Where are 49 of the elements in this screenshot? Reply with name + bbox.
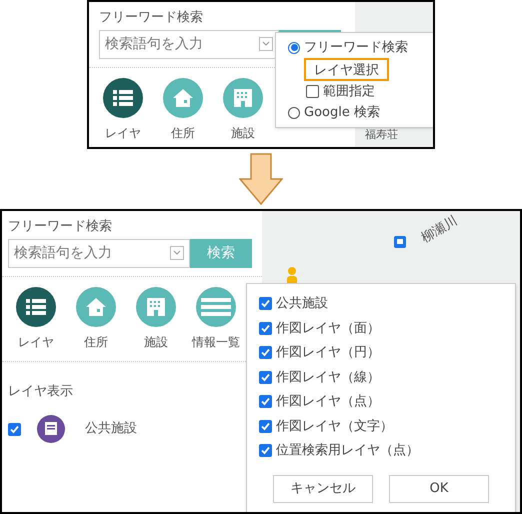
list-icon bbox=[26, 298, 46, 316]
down-arrow-icon bbox=[239, 153, 283, 205]
dropdown-icon[interactable] bbox=[170, 246, 184, 260]
menu-option-label: フリーワード検索 bbox=[304, 39, 408, 56]
table-icon bbox=[201, 298, 231, 316]
house-icon bbox=[86, 298, 106, 316]
search-field[interactable]: 検索語句を入力 bbox=[99, 30, 279, 58]
checkbox[interactable] bbox=[259, 444, 272, 458]
bus-stop-icon bbox=[394, 236, 406, 248]
tool-label: 住所 bbox=[171, 124, 195, 142]
tool-label: 情報一覧 bbox=[192, 334, 240, 350]
layer-option-label: 作図レイヤ（円） bbox=[276, 344, 380, 362]
checkbox[interactable] bbox=[259, 322, 272, 335]
menu-option-label: Google 検索 bbox=[304, 104, 380, 121]
dropdown-icon[interactable] bbox=[259, 37, 273, 51]
dialog-button[interactable]: OK bbox=[389, 474, 489, 502]
checkbox[interactable] bbox=[259, 420, 272, 433]
layer-option-label: 作図レイヤ（面） bbox=[276, 320, 380, 338]
map-label: 柳瀬川 bbox=[419, 214, 460, 245]
tool-label: レイヤ bbox=[105, 124, 141, 142]
checkbox[interactable] bbox=[259, 395, 272, 408]
tool-label: 施設 bbox=[231, 124, 255, 142]
tool-button[interactable] bbox=[16, 286, 56, 326]
tool-label: 施設 bbox=[144, 334, 168, 350]
checkbox[interactable] bbox=[306, 85, 319, 98]
layer-option-label: 作図レイヤ（点） bbox=[276, 393, 380, 411]
search-label: フリーワード検索 bbox=[8, 218, 113, 236]
panel-title: レイヤ表示 bbox=[7, 382, 74, 400]
layer-option-label: 公共施設 bbox=[276, 295, 328, 313]
checkbox[interactable] bbox=[259, 370, 272, 384]
layer-label: 公共施設 bbox=[85, 420, 137, 438]
tool-label: レイヤ bbox=[18, 334, 54, 350]
search-field[interactable]: 検索語句を入力 bbox=[8, 238, 190, 268]
tool-button[interactable] bbox=[103, 78, 143, 118]
radio-button[interactable] bbox=[288, 42, 300, 54]
menu-option-label: 範囲指定 bbox=[323, 83, 375, 100]
house-icon bbox=[173, 88, 193, 106]
list-icon bbox=[113, 88, 133, 106]
tool-label: 住所 bbox=[84, 334, 108, 350]
checkbox[interactable] bbox=[259, 346, 272, 360]
checkbox[interactable] bbox=[259, 297, 272, 310]
layer-option-label: 作図レイヤ（線） bbox=[276, 368, 380, 386]
map-label: 福寿荘 bbox=[365, 129, 398, 140]
dialog-button[interactable]: キャンセル bbox=[273, 474, 373, 502]
search-label: フリーワード検索 bbox=[99, 9, 204, 27]
radio-button[interactable] bbox=[288, 106, 300, 118]
layer-option-label: 位置検索用レイヤ（点） bbox=[276, 442, 419, 460]
checkbox[interactable] bbox=[8, 422, 21, 436]
layer-option-label: 作図レイヤ（文字） bbox=[276, 418, 393, 436]
